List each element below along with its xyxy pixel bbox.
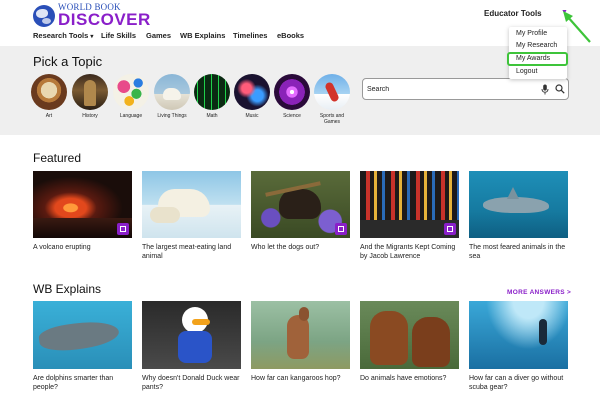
topic-history[interactable]: History — [71, 74, 109, 119]
menu-item-my-profile[interactable]: My Profile — [516, 30, 547, 37]
topic-math[interactable]: Math — [193, 74, 231, 119]
wb-explains-heading: WB Explains — [33, 282, 102, 296]
topic-label: Language — [119, 113, 143, 119]
topic-label: History — [82, 113, 98, 119]
world-book-discover-logo[interactable]: WORLD BOOK DISCOVER — [33, 3, 151, 28]
horses-image — [360, 301, 459, 369]
gallery-badge-icon — [117, 223, 129, 235]
topic-label: Science — [283, 113, 301, 119]
search-box — [362, 78, 569, 100]
card-caption: And the Migrants Kept Coming by Jacob La… — [360, 244, 456, 261]
gallery-badge-icon — [335, 223, 347, 235]
topic-language-image — [113, 74, 149, 110]
topic-math-image — [194, 74, 230, 110]
topic-history-image — [72, 74, 108, 110]
pointer-arrow-icon — [563, 11, 591, 43]
card-caption: Are dolphins smarter than people? — [33, 375, 114, 392]
chevron-down-icon: ▾ — [90, 34, 94, 40]
microphone-icon[interactable] — [541, 84, 549, 95]
highlight-box — [507, 52, 568, 66]
donald-duck-image — [142, 301, 241, 369]
topic-music-image — [234, 74, 270, 110]
topic-music[interactable]: Music — [233, 74, 271, 119]
featured-card-painting[interactable]: And the Migrants Kept Coming by Jacob La… — [360, 171, 459, 261]
nav-games[interactable]: Games — [146, 31, 171, 40]
topic-sports-and-games[interactable]: Sports and Games — [313, 74, 351, 126]
topic-living-things-image — [154, 74, 190, 110]
search-icon[interactable] — [555, 84, 565, 94]
logo-main-text: DISCOVER — [58, 10, 151, 29]
nav-timelines[interactable]: Timelines — [233, 31, 267, 40]
card-caption: How far can a diver go without scuba gea… — [469, 375, 564, 392]
diver-image — [469, 301, 568, 369]
featured-heading: Featured — [33, 151, 82, 165]
globe-icon — [33, 4, 55, 27]
topic-label: Math — [206, 113, 218, 119]
dolphin-image — [33, 301, 132, 369]
wb-card-donald-duck[interactable]: Why doesn't Donald Duck wear pants? — [142, 301, 241, 392]
card-caption: Do animals have emotions? — [360, 375, 447, 382]
topic-label: Art — [45, 113, 53, 119]
nav-wb-explains[interactable]: WB Explains — [180, 31, 225, 40]
more-answers-link[interactable]: MORE ANSWERS > — [507, 289, 571, 296]
card-caption: The largest meat-eating land animal — [142, 244, 232, 261]
topic-science-image — [274, 74, 310, 110]
kangaroo-image — [251, 301, 350, 369]
wb-card-diver[interactable]: How far can a diver go without scuba gea… — [469, 301, 568, 392]
search-input[interactable] — [367, 83, 527, 96]
menu-item-logout[interactable]: Logout — [516, 68, 537, 75]
topic-living-things[interactable]: Living Things — [153, 74, 191, 119]
topic-label: Music — [245, 113, 259, 119]
card-caption: The most feared animals in the sea — [469, 244, 566, 261]
dog-image — [251, 171, 350, 238]
pick-a-topic-heading: Pick a Topic — [33, 54, 103, 69]
volcano-image — [33, 171, 132, 238]
nav-life-skills[interactable]: Life Skills — [101, 31, 136, 40]
site-header: WORLD BOOK DISCOVER Educator Tools ▼ — [0, 0, 600, 30]
painting-image — [360, 171, 459, 238]
card-caption: How far can kangaroos hop? — [251, 375, 341, 382]
gallery-badge-icon — [444, 223, 456, 235]
topic-label: Sports and Games — [319, 113, 345, 126]
wb-card-horses[interactable]: Do animals have emotions? — [360, 301, 459, 383]
featured-card-polar-bear[interactable]: The largest meat-eating land animal — [142, 171, 241, 261]
featured-card-shark[interactable]: The most feared animals in the sea — [469, 171, 568, 261]
wb-card-kangaroo[interactable]: How far can kangaroos hop? — [251, 301, 350, 383]
wb-card-dolphin[interactable]: Are dolphins smarter than people? — [33, 301, 132, 392]
nav-research-tools-label: Research Tools — [33, 31, 89, 40]
topic-art[interactable]: Art — [30, 74, 68, 119]
topic-science[interactable]: Science — [273, 74, 311, 119]
logo-text: WORLD BOOK DISCOVER — [58, 3, 151, 29]
shark-image — [469, 171, 568, 238]
topic-sports-image — [314, 74, 350, 110]
polar-bear-image — [142, 171, 241, 238]
nav-research-tools[interactable]: Research Tools ▾ — [33, 31, 93, 40]
topic-art-image — [31, 74, 67, 110]
card-caption: Why doesn't Donald Duck wear pants? — [142, 375, 240, 392]
topic-language[interactable]: Language — [112, 74, 150, 119]
educator-tools-menu[interactable]: Educator Tools — [484, 9, 542, 18]
topic-label: Living Things — [157, 113, 187, 119]
menu-item-my-research[interactable]: My Research — [516, 42, 557, 49]
card-caption: A volcano erupting — [33, 244, 91, 251]
nav-ebooks[interactable]: eBooks — [277, 31, 304, 40]
card-caption: Who let the dogs out? — [251, 244, 320, 251]
featured-card-volcano[interactable]: A volcano erupting — [33, 171, 132, 252]
featured-card-dog[interactable]: Who let the dogs out? — [251, 171, 350, 252]
